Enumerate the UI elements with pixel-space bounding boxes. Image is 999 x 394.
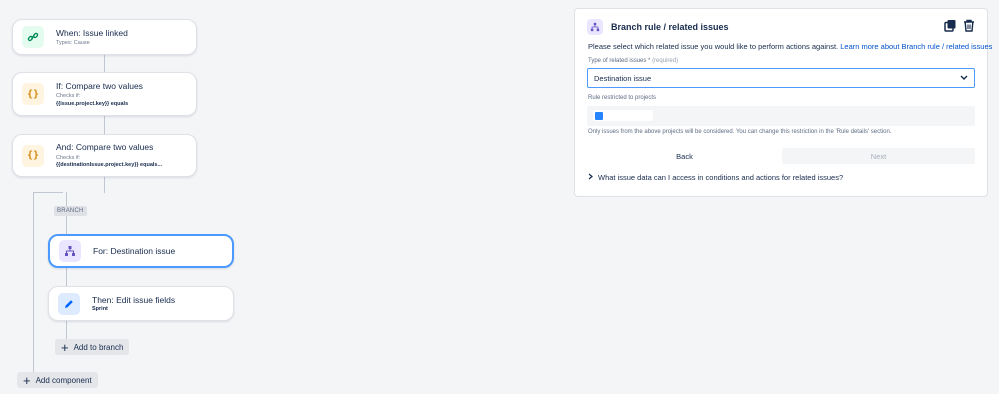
add-to-branch-button[interactable]: + Add to branch xyxy=(55,339,129,355)
action-card[interactable]: Then: Edit issue fields Sprint xyxy=(48,286,234,321)
branch-badge: BRANCH xyxy=(54,206,87,216)
panel-actions xyxy=(944,19,975,37)
related-issues-faq-toggle[interactable]: What issue data can I access in conditio… xyxy=(588,173,843,182)
add-component-button[interactable]: + Add component xyxy=(17,372,98,388)
hierarchy-icon xyxy=(587,19,603,35)
panel-title: Branch rule / related issues xyxy=(611,22,729,32)
add-to-branch-label: Add to branch xyxy=(73,342,124,352)
connector-line xyxy=(104,55,105,72)
type-label-text: Type of related issues xyxy=(588,58,647,64)
project-chip xyxy=(593,110,653,121)
back-button[interactable]: Back xyxy=(587,148,782,164)
curly-braces-icon: {} xyxy=(22,83,44,105)
connector-line xyxy=(33,192,34,372)
connector-line xyxy=(66,321,67,340)
condition-checks-label: Checks if: xyxy=(56,93,81,99)
panel-header: Branch rule / related issues xyxy=(587,19,729,35)
projects-field[interactable] xyxy=(587,106,975,126)
add-component-label: Add component xyxy=(35,375,92,385)
trigger-card[interactable]: When: Issue linked Types: Cause xyxy=(12,19,197,55)
connector-line xyxy=(66,268,67,286)
connector-line xyxy=(104,116,105,134)
projects-help-text: Only issues from the above projects will… xyxy=(588,129,892,135)
chevron-down-icon xyxy=(960,74,968,83)
related-issue-type-select[interactable]: Destination issue xyxy=(587,68,975,88)
faq-text: What issue data can I access in conditio… xyxy=(598,173,844,182)
plus-icon: + xyxy=(23,372,31,388)
condition-title: If: Compare two values xyxy=(56,80,143,91)
next-button[interactable]: Next xyxy=(782,148,975,164)
condition-title: And: Compare two values xyxy=(56,142,154,153)
panel-intro: Please select which related issue you wo… xyxy=(588,42,992,51)
plus-icon: + xyxy=(61,339,69,355)
required-text: (required) xyxy=(652,58,679,64)
branch-title: For: Destination issue xyxy=(93,245,176,256)
projects-label: Rule restricted to projects xyxy=(588,95,657,101)
connector-line xyxy=(33,192,63,193)
condition-checks-label: Checks if: xyxy=(56,154,81,161)
condition-card[interactable]: {} And: Compare two values Checks if: {{… xyxy=(12,134,197,177)
select-value: Destination issue xyxy=(594,73,652,83)
condition-expression: {{issue.project.key}} equals xyxy=(56,100,129,107)
trigger-subtitle: Types: Cause xyxy=(56,39,90,46)
project-avatar xyxy=(595,111,603,120)
curly-braces-icon: {} xyxy=(22,144,44,167)
duplicate-icon[interactable] xyxy=(944,19,957,37)
connector-line xyxy=(104,177,105,193)
trash-icon[interactable] xyxy=(963,19,975,37)
branch-config-panel: Branch rule / related issues Please sele… xyxy=(574,8,992,197)
intro-text: Please select which related issue you wo… xyxy=(588,42,839,51)
chevron-right-icon xyxy=(588,173,593,182)
trigger-title: When: Issue linked xyxy=(56,27,128,38)
hierarchy-icon xyxy=(59,240,81,262)
link-icon xyxy=(22,26,44,48)
pencil-icon xyxy=(58,292,80,315)
branch-card[interactable]: For: Destination issue xyxy=(48,234,234,268)
learn-more-link[interactable]: Learn more about Branch rule / related i… xyxy=(840,42,992,51)
condition-card[interactable]: {} If: Compare two values Checks if: {{i… xyxy=(12,72,197,116)
action-title: Then: Edit issue fields xyxy=(92,294,176,305)
condition-expression: {{destinationIssue.project.key}} equals.… xyxy=(56,162,163,169)
type-field-label: Type of related issues * (required) xyxy=(588,58,678,64)
required-mark: * xyxy=(648,58,651,64)
action-subtitle: Sprint xyxy=(92,305,108,312)
